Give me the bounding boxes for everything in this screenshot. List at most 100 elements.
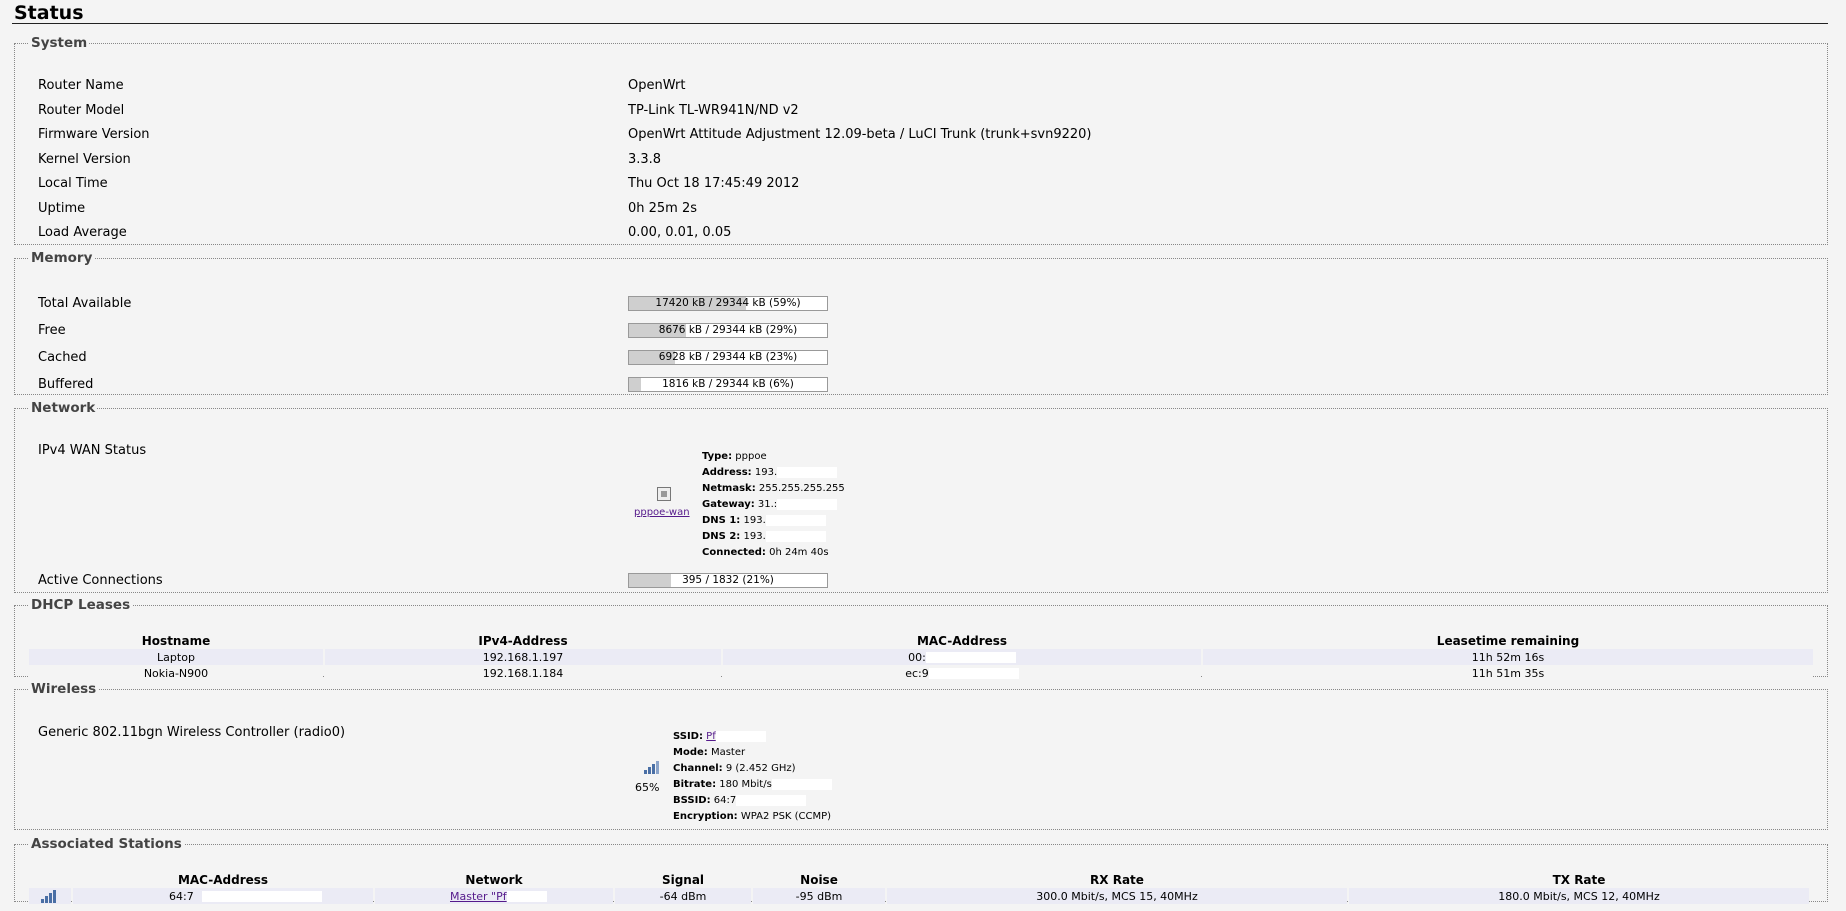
local-time-value: Thu Oct 18 17:45:49 2012 [628, 176, 800, 191]
leasetime-cell: 11h 51m 35s [1203, 665, 1813, 681]
active-connections-bar: 395 / 1832 (21%) [628, 573, 828, 588]
kernel-version-label: Kernel Version [38, 152, 131, 167]
network-section: Network IPv4 WAN Status pppoe-wan Type: … [14, 400, 1828, 593]
signal-header: Signal [661, 872, 705, 887]
channel-row: Channel: 9 (2.452 GHz) [673, 763, 796, 774]
wan-dns1-row: DNS 1: 193. [702, 513, 845, 529]
signal-percent: 65% [635, 781, 660, 794]
wireless-device-label: Generic 802.11bgn Wireless Controller (r… [38, 725, 346, 740]
free-text: 8676 kB / 29344 kB (29%) [658, 324, 798, 336]
local-time-label: Local Time [38, 176, 108, 191]
table-row: Nokia-N900 192.168.1.184 ec:9 11h 51m 35… [29, 665, 1813, 681]
signal-strength-icon [644, 760, 662, 774]
total-available-text: 17420 kB / 29344 kB (59%) [655, 297, 801, 309]
leasetime-cell: 11h 52m 16s [1203, 649, 1813, 665]
wireless-details: SSID: Pf Mode: Master Channel: 9 (2.452 … [673, 729, 832, 825]
mac-address-cell: ec:9 [723, 665, 1201, 681]
router-name-label: Router Name [38, 78, 124, 93]
kernel-version-value: 3.3.8 [628, 152, 662, 167]
table-row: 64:7 Master "Pf -64 dBm -95 dBm 300.0 Mb… [29, 888, 1809, 904]
firmware-version-label: Firmware Version [38, 127, 150, 142]
cached-text: 6928 kB / 29344 kB (23%) [658, 351, 798, 363]
active-connections-label: Active Connections [38, 573, 163, 588]
ipv4-address-cell: 192.168.1.184 [325, 665, 721, 681]
wan-type-row: Type: pppoe [702, 451, 767, 462]
table-row: Laptop 192.168.1.197 00: 11h 52m 16s [29, 649, 1813, 665]
mac-address-header: MAC-Address [916, 633, 1008, 648]
wan-dns2-row: DNS 2: 193. [702, 529, 845, 545]
wireless-legend: Wireless [31, 681, 97, 697]
free-label: Free [38, 323, 66, 338]
load-average-value: 0.00, 0.01, 0.05 [628, 225, 732, 240]
station-network-link[interactable]: Master "Pf [450, 890, 507, 903]
dhcp-header-row: Hostname IPv4-Address MAC-Address Leaset… [29, 632, 1813, 649]
station-signal-value-cell: -64 dBm [615, 888, 751, 904]
tx-rate-header: TX Rate [1552, 872, 1606, 887]
page-title: Status [14, 2, 84, 24]
ipv4-wan-status-label: IPv4 WAN Status [38, 443, 147, 458]
network-header: Network [465, 872, 523, 887]
memory-legend: Memory [31, 250, 93, 266]
station-mac-cell: 64:7 [73, 888, 373, 904]
ssid-row: SSID: Pf [673, 729, 832, 745]
associated-stations-table: MAC-Address Network Signal Noise RX Rate… [27, 871, 1811, 904]
ipv4-address-cell: 192.168.1.197 [325, 649, 721, 665]
system-legend: System [31, 35, 88, 51]
buffered-bar: 1816 kB / 29344 kB (6%) [628, 377, 828, 392]
bssid-row: BSSID: 64:7 [673, 793, 832, 809]
leasetime-header: Leasetime remaining [1436, 633, 1580, 648]
title-divider [12, 23, 1828, 24]
station-tx-rate-cell: 180.0 Mbit/s, MCS 12, 40MHz [1349, 888, 1809, 904]
station-network-cell: Master "Pf [375, 888, 613, 904]
uptime-value: 0h 25m 2s [628, 201, 698, 216]
dhcp-leases-legend: DHCP Leases [31, 597, 131, 613]
wan-connected-row: Connected: 0h 24m 40s [702, 547, 829, 558]
router-model-value: TP-Link TL-WR941N/ND v2 [628, 103, 799, 118]
hostname-cell: Nokia-N900 [29, 665, 323, 681]
station-rx-rate-cell: 300.0 Mbit/s, MCS 15, 40MHz [887, 888, 1347, 904]
wan-address-row: Address: 193. [702, 465, 845, 481]
bitrate-row: Bitrate: 180 Mbit/s [673, 777, 832, 793]
memory-section: Memory Total Available 17420 kB / 29344 … [14, 250, 1828, 395]
cached-bar: 6928 kB / 29344 kB (23%) [628, 350, 828, 365]
station-noise-cell: -95 dBm [753, 888, 885, 904]
wan-details: Type: pppoe Address: 193. Netmask: 255.2… [702, 449, 845, 561]
router-name-value: OpenWrt [628, 78, 686, 93]
stations-header-row: MAC-Address Network Signal Noise RX Rate… [29, 871, 1809, 888]
network-legend: Network [31, 400, 96, 416]
uptime-label: Uptime [38, 201, 86, 216]
ssid-link[interactable]: Pf [706, 731, 716, 742]
buffered-label: Buffered [38, 377, 94, 392]
encryption-row: Encryption: WPA2 PSK (CCMP) [673, 811, 832, 822]
station-signal-cell [29, 888, 71, 904]
hostname-cell: Laptop [29, 649, 323, 665]
ipv4-address-header: IPv4-Address [478, 633, 568, 648]
mac-address-header: MAC-Address [177, 872, 269, 887]
associated-stations-section: Associated Stations MAC-Address Network … [14, 836, 1828, 904]
dhcp-leases-table: Hostname IPv4-Address MAC-Address Leaset… [27, 632, 1815, 681]
status-page: Status System Router Name OpenWrt Router… [0, 0, 1846, 911]
wan-gateway-row: Gateway: 31.: [702, 497, 845, 513]
dhcp-leases-section: DHCP Leases Hostname IPv4-Address MAC-Ad… [14, 597, 1828, 681]
free-bar: 8676 kB / 29344 kB (29%) [628, 323, 828, 338]
total-available-label: Total Available [38, 296, 132, 311]
pppoe-wan-link[interactable]: pppoe-wan [634, 505, 690, 521]
rx-rate-header: RX Rate [1090, 872, 1144, 887]
cached-label: Cached [38, 350, 87, 365]
firmware-version-value: OpenWrt Attitude Adjustment 12.09-beta /… [628, 127, 1092, 142]
ethernet-port-icon [657, 487, 671, 501]
system-section: System Router Name OpenWrt Router Model … [14, 35, 1828, 245]
load-average-label: Load Average [38, 225, 127, 240]
buffered-text: 1816 kB / 29344 kB (6%) [662, 378, 794, 390]
wireless-section: Wireless Generic 802.11bgn Wireless Cont… [14, 681, 1828, 830]
active-connections-text: 395 / 1832 (21%) [682, 574, 774, 586]
associated-stations-legend: Associated Stations [31, 836, 182, 852]
noise-header: Noise [800, 872, 838, 887]
total-available-bar: 17420 kB / 29344 kB (59%) [628, 296, 828, 311]
signal-strength-icon [41, 889, 59, 903]
mac-address-cell: 00: [723, 649, 1201, 665]
wan-netmask-row: Netmask: 255.255.255.255 [702, 483, 845, 494]
mode-row: Mode: Master [673, 747, 746, 758]
router-model-label: Router Model [38, 103, 125, 118]
hostname-header: Hostname [141, 633, 211, 648]
